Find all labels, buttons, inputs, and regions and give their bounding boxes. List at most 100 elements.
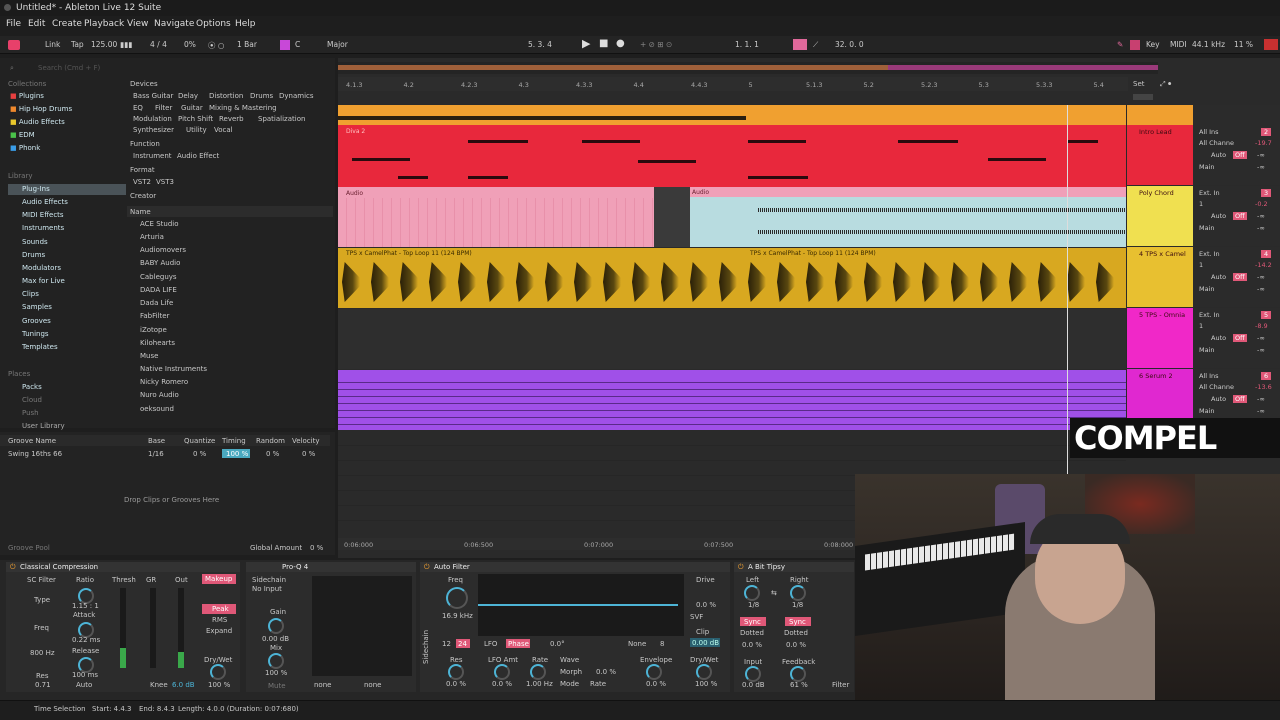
menu-file[interactable]: File <box>6 19 21 29</box>
midi-note[interactable] <box>1068 140 1098 143</box>
browser-item[interactable]: DADA LIFE <box>140 286 177 294</box>
browser-toggle-icon[interactable] <box>8 40 20 50</box>
library-item-templates[interactable]: Templates <box>22 343 58 351</box>
browser-item[interactable]: iZotope <box>140 326 167 334</box>
track-monitor[interactable]: Auto <box>1211 212 1226 220</box>
midi-map-button[interactable]: MIDI <box>1170 40 1187 49</box>
af-mode-value[interactable]: Rate <box>590 680 606 688</box>
track-send[interactable]: -∞ <box>1257 285 1265 293</box>
af-lfo-amt-value[interactable]: 0.0 % <box>492 680 512 688</box>
track-volume[interactable]: -19.7 <box>1255 139 1272 147</box>
key-select[interactable]: C <box>295 40 300 49</box>
browser-item[interactable]: Native Instruments <box>140 365 207 373</box>
filter-tag[interactable]: Bass Guitar <box>133 92 173 100</box>
track-number[interactable]: 4 <box>1261 250 1272 258</box>
menu-edit[interactable]: Edit <box>28 19 45 29</box>
metronome-icon[interactable]: ▮▮▮ <box>120 40 132 49</box>
browser-item[interactable]: Kilohearts <box>140 339 175 347</box>
midi-note[interactable] <box>898 140 958 143</box>
collection-item[interactable]: ■ Audio Effects <box>10 118 65 126</box>
filter-tag[interactable]: Utility <box>186 126 207 134</box>
track-volume[interactable]: -8.9 <box>1255 322 1268 330</box>
proq-no-input[interactable]: No Input <box>252 585 282 593</box>
comp-release-value[interactable]: 100 ms <box>72 671 98 679</box>
track-number[interactable]: 2 <box>1261 128 1272 136</box>
library-item-max[interactable]: Max for Live <box>22 277 65 285</box>
af-envelope-knob[interactable] <box>646 664 662 680</box>
search-icon[interactable]: ⌕ <box>10 64 14 73</box>
library-item-midi-effects[interactable]: MIDI Effects <box>22 211 64 219</box>
groove-timing[interactable]: 100 % <box>226 450 248 458</box>
window-close-icon[interactable] <box>4 4 11 11</box>
tempo-field[interactable]: 125.00 <box>91 40 117 49</box>
proq-none-2[interactable]: none <box>364 681 381 689</box>
browser-item[interactable]: oeksound <box>140 405 174 413</box>
af-drywet-knob[interactable] <box>696 664 712 680</box>
track-pan[interactable]: -∞ <box>1257 273 1265 281</box>
arrangement-nav-icons[interactable]: ⤢ ⏺ <box>1160 80 1171 89</box>
browser-item[interactable]: Cableguys <box>140 273 177 281</box>
comp-drywet-knob[interactable] <box>210 664 226 680</box>
menu-view[interactable]: View <box>127 19 148 29</box>
delay-left-value[interactable]: 1/8 <box>748 601 759 609</box>
search-input[interactable]: Search (Cmd + F) <box>38 64 100 72</box>
follow-toggle[interactable] <box>1133 94 1153 100</box>
track-monitor[interactable]: Auto <box>1211 151 1226 159</box>
menu-create[interactable]: Create <box>52 19 82 29</box>
track-pan[interactable]: -∞ <box>1257 212 1265 220</box>
comp-attack-value[interactable]: 0.22 ms <box>72 636 100 644</box>
track-monitor-off[interactable]: Off <box>1233 395 1247 403</box>
library-item-drums[interactable]: Drums <box>22 251 45 259</box>
device-power-icon[interactable]: ⏻ <box>10 563 16 572</box>
collection-item[interactable]: ■ Plugins <box>10 92 44 100</box>
menu-navigate[interactable]: Navigate <box>154 19 194 29</box>
af-12[interactable]: 12 <box>442 640 451 648</box>
track-monitor-off[interactable]: Off <box>1233 151 1247 159</box>
af-lfo-amt-knob[interactable] <box>494 664 510 680</box>
track-send[interactable]: -∞ <box>1257 163 1265 171</box>
menu-playback[interactable]: Playback <box>84 19 124 29</box>
track-header-top[interactable] <box>1127 105 1280 125</box>
comp-res-value[interactable]: 0.71 <box>35 681 51 689</box>
af-8[interactable]: 8 <box>660 640 664 648</box>
filter-tag[interactable]: Mixing & Mastering <box>209 104 277 112</box>
menu-help[interactable]: Help <box>235 19 256 29</box>
af-res-value[interactable]: 0.0 % <box>446 680 466 688</box>
groove-row-name[interactable]: Swing 16ths 66 <box>8 450 62 458</box>
browser-item[interactable]: Arturia <box>140 233 164 241</box>
track-name[interactable]: 6 Serum 2 <box>1139 372 1173 380</box>
groove-base[interactable]: 1/16 <box>148 450 164 458</box>
af-freq-value[interactable]: 16.9 kHz <box>442 612 473 620</box>
clip-orange[interactable] <box>338 105 1126 125</box>
track-volume[interactable]: -14.2 <box>1255 261 1272 269</box>
scale-select[interactable]: Major <box>327 40 348 49</box>
track-name[interactable]: 4 TPS x Camel <box>1139 250 1186 258</box>
expand-button[interactable]: Expand <box>206 627 232 635</box>
af-clip-value[interactable]: 0.00 dB <box>692 639 719 647</box>
pencil-icon[interactable]: ✎ <box>1117 40 1123 49</box>
track-input-channel[interactable]: 1 <box>1199 200 1203 208</box>
filter-tag[interactable]: Audio Effect <box>177 152 219 160</box>
track-volume[interactable]: -0.2 <box>1255 200 1268 208</box>
comp-auto-button[interactable]: Auto <box>76 681 92 689</box>
af-svf-label[interactable]: SVF <box>690 613 703 621</box>
track-monitor[interactable]: Auto <box>1211 395 1226 403</box>
filter-tag[interactable]: Pitch Shift <box>178 115 213 123</box>
delay-input-value[interactable]: 0.0 dB <box>742 681 765 689</box>
record-indicator[interactable]: ⦿ ○ <box>208 40 224 51</box>
filter-tag[interactable]: Drums <box>250 92 273 100</box>
af-phase-tab[interactable]: Phase <box>508 640 529 648</box>
loop-start[interactable]: 1. 1. 1 <box>735 40 759 49</box>
arrangement-position[interactable]: 5. 3. 4 <box>528 40 552 49</box>
tap-button[interactable]: Tap <box>71 40 84 49</box>
overdub-icons[interactable]: + ⊘ ⊞ ⊙ <box>640 40 672 49</box>
af-clip-label[interactable]: Clip <box>696 628 709 636</box>
track-input-type[interactable]: All Ins <box>1199 372 1219 380</box>
filter-tag[interactable]: Instrument <box>133 152 172 160</box>
comp-drywet-value[interactable]: 100 % <box>208 681 230 689</box>
browser-item[interactable]: Dada Life <box>140 299 173 307</box>
track-header[interactable]: Poly Chord Ext. In 1 Auto Off Main 3 -0.2 -∞ -∞ <box>1127 186 1280 246</box>
track-pan[interactable]: -∞ <box>1257 334 1265 342</box>
filter-devices[interactable]: Devices <box>130 80 158 88</box>
delay-filter-button[interactable]: Filter <box>832 681 849 689</box>
